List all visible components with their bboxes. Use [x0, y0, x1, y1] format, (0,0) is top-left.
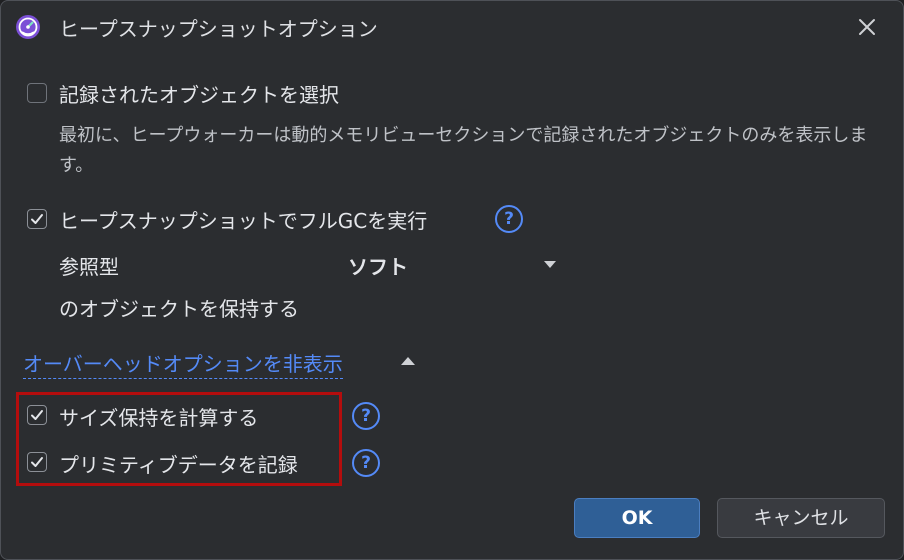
triangle-up-icon[interactable] — [401, 357, 415, 365]
record-primitive-data-checkbox[interactable] — [27, 452, 47, 472]
select-recorded-objects-checkbox[interactable] — [27, 83, 47, 103]
calc-retained-size-help-icon[interactable]: ? — [352, 402, 380, 430]
heap-snapshot-options-dialog: ヒープスナップショットオプション 記録されたオブジェクトを選択 最初に、ヒープウ… — [0, 0, 904, 560]
full-gc-checkbox[interactable] — [27, 209, 47, 229]
reference-type-select[interactable]: ソフト — [348, 251, 408, 280]
profiler-gauge-icon — [15, 14, 41, 40]
select-recorded-objects-label[interactable]: 記録されたオブジェクトを選択 — [59, 79, 339, 108]
record-primitive-data-label[interactable]: プリミティブデータを記録 — [59, 449, 298, 478]
full-gc-label[interactable]: ヒープスナップショットでフルGCを実行 — [59, 205, 427, 234]
dialog-title: ヒープスナップショットオプション — [59, 17, 378, 41]
record-primitive-data-help-icon[interactable]: ? — [352, 449, 380, 477]
select-recorded-objects-description: 最初に、ヒープウォーカーは動的メモリビューセクションで記録されたオブジェクトのみ… — [59, 125, 868, 176]
reference-type-label: 参照型 — [59, 255, 119, 279]
cancel-button[interactable]: キャンセル — [717, 498, 885, 538]
retain-objects-label: のオブジェクトを保持する — [59, 297, 299, 321]
chevron-down-icon[interactable] — [544, 261, 556, 268]
calc-retained-size-label[interactable]: サイズ保持を計算する — [59, 402, 258, 431]
ok-button[interactable]: OK — [574, 498, 700, 538]
full-gc-help-icon[interactable]: ? — [495, 205, 523, 233]
calc-retained-size-checkbox[interactable] — [27, 405, 47, 425]
title-bar: ヒープスナップショットオプション — [1, 1, 903, 53]
hide-overhead-options-link[interactable]: オーバーヘッドオプションを非表示 — [23, 348, 343, 379]
close-icon[interactable] — [853, 13, 881, 41]
